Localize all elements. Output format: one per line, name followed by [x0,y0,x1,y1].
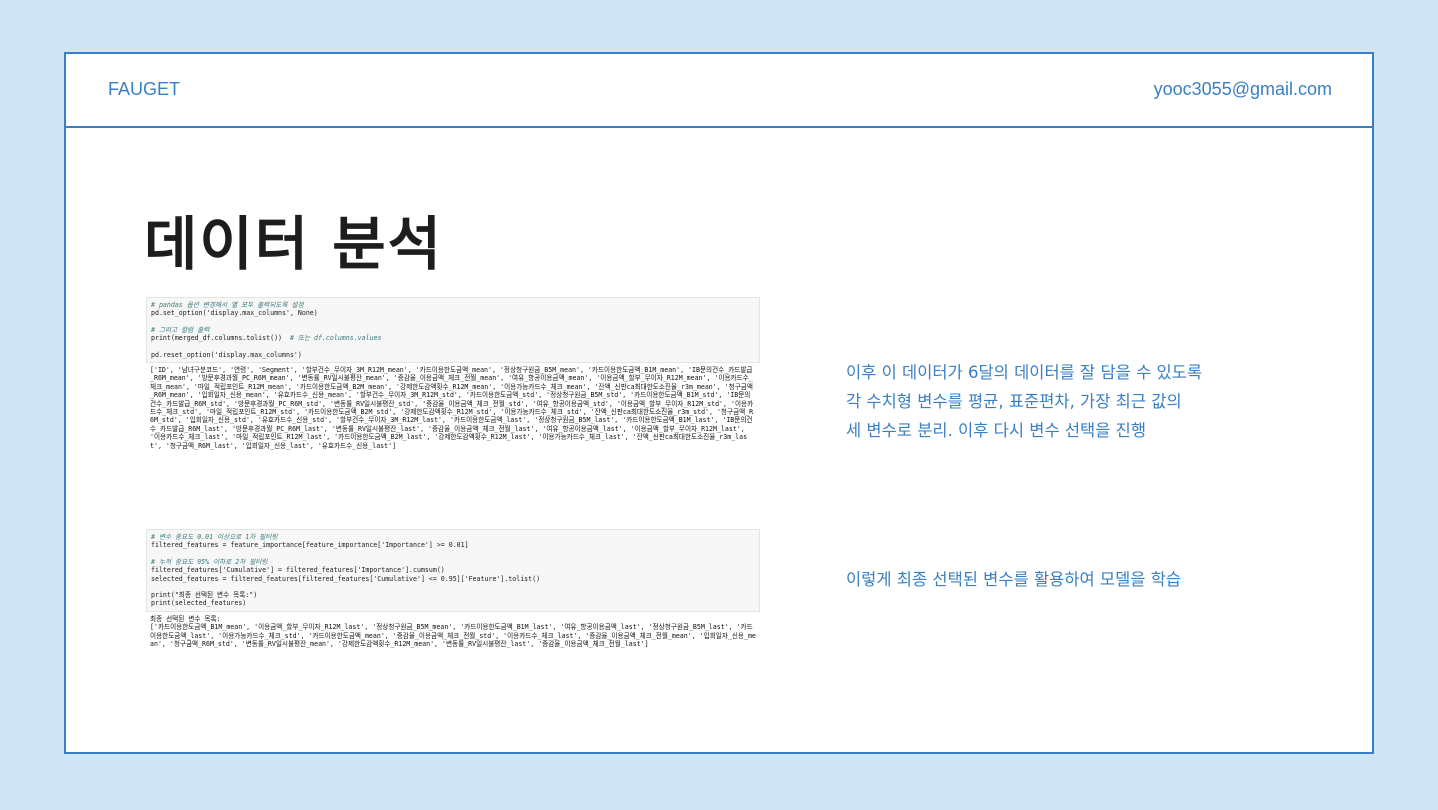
code-comment: # 또는 df.columns.values [289,334,382,343]
code-comment: # pandas 옵션 변경해서 열 모두 출력되도록 설정 [151,301,304,309]
code-line: pd.set_option('display.max_columns', Non… [151,309,318,318]
code-screenshot-1: # pandas 옵션 변경해서 열 모두 출력되도록 설정 pd.set_op… [146,297,760,485]
code-line: print("최종 선택된 변수 목록:") [151,591,258,600]
slide-header: FAUGET yooc3055@gmail.com [66,54,1372,128]
code-line: print(selected_features) [151,599,247,608]
code-line: filtered_features = feature_importance[f… [151,541,469,550]
description-line: 이후 이 데이터가 6달의 데이터를 잘 담을 수 있도록 [846,363,1203,382]
code-output: ['ID', '남녀구분코드', '연령', 'Segment', '할부건수_… [150,366,754,450]
code-output-label: 최종 선택된 변수 목록: [150,614,221,623]
code-screenshot-2: # 변수 중요도 0.01 이상으로 1차 필터링 filtered_featu… [146,529,760,681]
description-line: 각 수치형 변수를 평균, 표준편차, 가장 최근 값의 [846,392,1182,411]
code-line: pd.reset_option('display.max_columns') [151,350,302,359]
description-2: 이렇게 최종 선택된 변수를 활용하여 모델을 학습 [846,570,1182,589]
code-output: ['카드이용한도금액_B1M_mean', '이용금액_할부_무이자_R12M_… [150,623,756,649]
code-cell-1: # pandas 옵션 변경해서 열 모두 출력되도록 설정 pd.set_op… [146,297,760,364]
code-cell-2: # 변수 중요도 0.01 이상으로 1차 필터링 filtered_featu… [146,529,760,612]
code-line: print(merged_df.columns.tolist()) [151,334,283,343]
description-line: 세 변수로 분리. 이후 다시 변수 선택을 진행 [846,421,1147,440]
description-1: 이후 이 데이터가 6달의 데이터를 잘 담을 수 있도록 각 수치형 변수를 … [846,358,1202,445]
brand-name: FAUGET [108,79,181,99]
code-line: filtered_features['Cumulative'] = filter… [151,566,445,575]
page-title: 데이터 분석 [144,210,443,278]
code-comment: # 그리고 칼럼 출력 [151,325,210,334]
code-comment: # 누적 중요도 95% 이하로 2차 필터링 [151,557,268,566]
contact-email: yooc3055@gmail.com [1153,79,1332,99]
code-comment: # 변수 중요도 0.01 이상으로 1차 필터링 [151,533,278,541]
slide-frame: FAUGET yooc3055@gmail.com 데이터 분석 # panda… [64,52,1374,754]
code-line: selected_features = filtered_features[fi… [151,574,541,583]
